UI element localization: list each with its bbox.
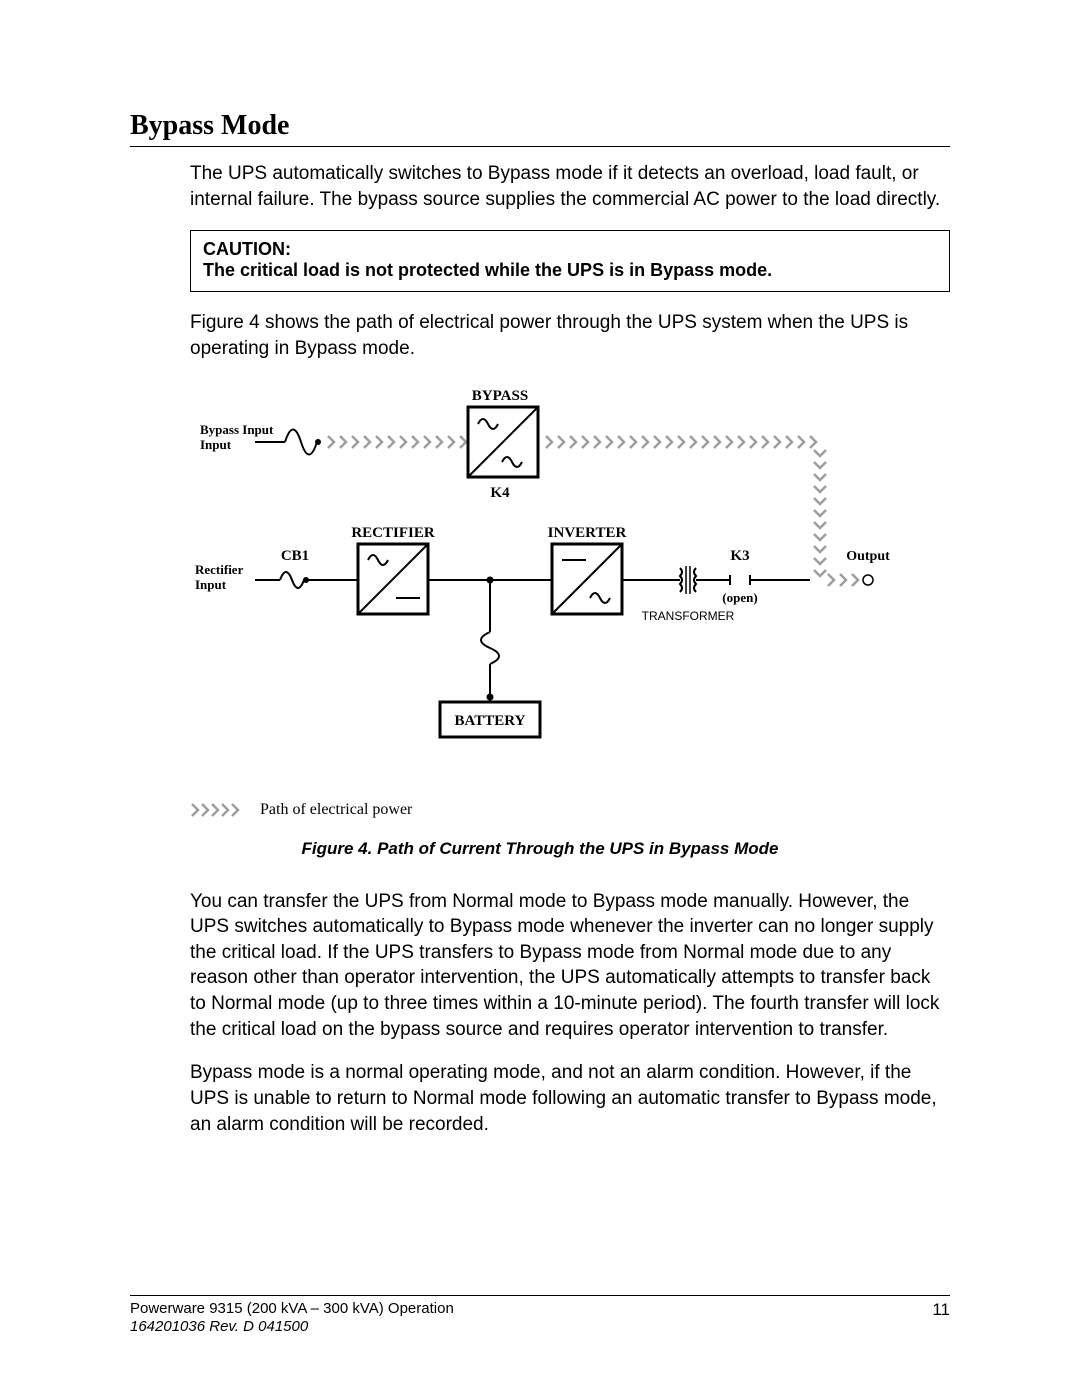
bypass-path-chevrons-left [328, 436, 466, 448]
cb1-label: CB1 [281, 548, 309, 564]
page-footer: Powerware 9315 (200 kVA – 300 kVA) Opera… [130, 1296, 950, 1338]
bypass-path-chevrons-down [814, 450, 826, 576]
output-terminal-icon [863, 575, 873, 585]
battery-label: BATTERY [455, 713, 526, 729]
output-label: Output [846, 549, 890, 564]
figure-caption: Figure 4. Path of Current Through the UP… [130, 839, 950, 859]
bypass-mode-diagram: Bypass Input Input BYPASS K4 [190, 382, 950, 787]
open-label: (open) [722, 590, 757, 605]
footer-page-number: 11 [932, 1300, 950, 1338]
section-title: Bypass Mode [130, 110, 950, 142]
legend-row: Path of electrical power [190, 801, 950, 819]
rectifier-label: RECTIFIER [351, 525, 435, 541]
inverter-label: INVERTER [548, 525, 627, 541]
bypass-path-chevrons-to-output [828, 574, 858, 586]
svg-text:Input: Input [195, 577, 227, 592]
footer-product: Powerware 9315 (200 kVA – 300 kVA) Opera… [130, 1300, 454, 1319]
alarm-paragraph: Bypass mode is a normal operating mode, … [190, 1060, 950, 1137]
bypass-path-chevrons-right [546, 436, 816, 448]
svg-text:Rectifier: Rectifier [195, 562, 244, 577]
caution-text: The critical load is not protected while… [203, 260, 937, 281]
svg-text:Input: Input [200, 437, 232, 452]
k4-label: K4 [490, 485, 510, 501]
bypass-input-label: Bypass Input [200, 422, 274, 437]
figure-intro-paragraph: Figure 4 shows the path of electrical po… [190, 310, 950, 361]
legend-chevrons-icon [190, 802, 250, 818]
legend-text: Path of electrical power [260, 801, 412, 819]
caution-label: CAUTION: [203, 239, 937, 260]
manual-page: Bypass Mode The UPS automatically switch… [0, 0, 1080, 1397]
bypass-box-label: BYPASS [472, 388, 528, 404]
intro-paragraph: The UPS automatically switches to Bypass… [190, 161, 950, 212]
k3-label: K3 [730, 548, 749, 564]
transfer-paragraph: You can transfer the UPS from Normal mod… [190, 889, 950, 1043]
footer-docnum: 164201036 Rev. D 041500 [130, 1318, 454, 1337]
title-rule [130, 146, 950, 147]
transformer-label: TRANSFORMER [642, 609, 735, 623]
transformer-icon [680, 566, 696, 594]
caution-box: CAUTION: The critical load is not protec… [190, 230, 950, 292]
